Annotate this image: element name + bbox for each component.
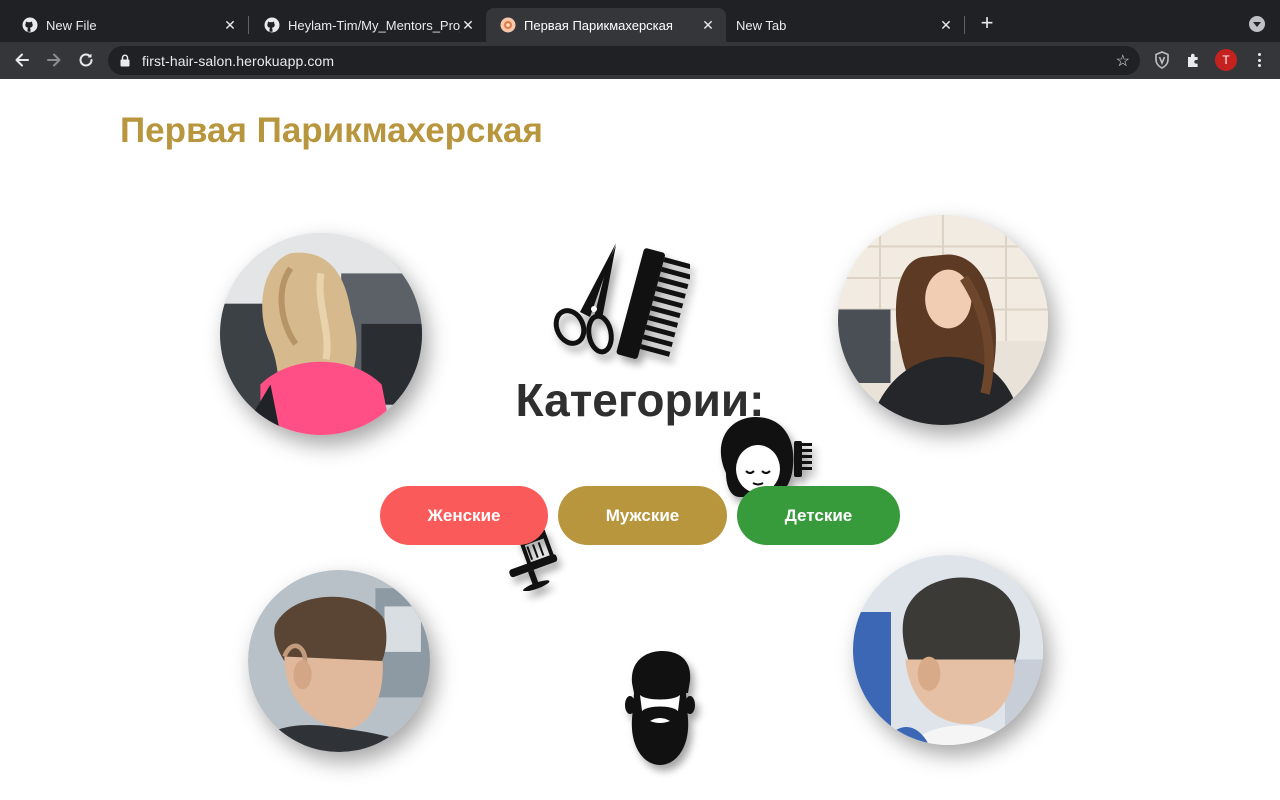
lock-icon — [120, 54, 130, 67]
arrow-left-icon — [15, 53, 29, 67]
browser-toolbar: first-hair-salon.herokuapp.com ☆ T — [0, 42, 1280, 79]
tab-new-tab[interactable]: New Tab ✕ — [726, 8, 964, 42]
tab-divider — [248, 16, 249, 34]
arrow-right-icon — [47, 53, 61, 67]
tab-label: New File — [46, 17, 97, 33]
shield-extension-icon[interactable] — [1152, 50, 1172, 70]
tab-github-repo[interactable]: Heylam-Tim/My_Mentors_Proje ✕ — [250, 8, 486, 42]
close-tab-icon[interactable]: ✕ — [938, 17, 954, 33]
url-text: first-hair-salon.herokuapp.com — [142, 53, 335, 69]
reload-icon — [79, 53, 93, 67]
site-title[interactable]: Первая Парикмахерская — [120, 111, 543, 151]
github-icon — [22, 17, 38, 33]
reload-button[interactable] — [74, 48, 98, 72]
bearded-man-icon — [625, 651, 695, 765]
tab-search-icon[interactable] — [1249, 16, 1265, 32]
github-icon — [264, 17, 280, 33]
mens-category-button[interactable]: Мужские — [558, 486, 727, 545]
tab-divider — [964, 16, 965, 34]
browser-tabstrip: New File ✕ Heylam-Tim/My_Mentors_Proje ✕… — [0, 0, 1280, 42]
browser-menu-icon[interactable] — [1250, 50, 1268, 70]
tab-active-salon[interactable]: Первая Парикмахерская ✕ — [486, 8, 726, 42]
profile-avatar[interactable]: T — [1215, 49, 1237, 71]
child-haircut-photo — [853, 555, 1043, 745]
forward-button[interactable] — [42, 48, 66, 72]
tab-label: Heylam-Tim/My_Mentors_Proje — [288, 17, 460, 33]
close-tab-icon[interactable]: ✕ — [700, 17, 716, 33]
womens-category-button[interactable]: Женские — [380, 486, 548, 545]
kids-category-button[interactable]: Детские — [737, 486, 900, 545]
close-tab-icon[interactable]: ✕ — [222, 17, 238, 33]
tab-label: Первая Парикмахерская — [524, 17, 673, 33]
categories-heading: Категории: — [515, 374, 765, 426]
salon-favicon-icon — [500, 17, 516, 33]
new-tab-button[interactable]: + — [976, 12, 998, 35]
bookmark-star-icon[interactable]: ☆ — [1116, 51, 1130, 71]
tab-label: New Tab — [736, 17, 787, 33]
scissors-comb-icon — [553, 243, 690, 359]
man-haircut-photo — [248, 570, 430, 752]
page-viewport: Первая Парикмахерская Категории: Женские… — [0, 79, 1280, 800]
close-tab-icon[interactable]: ✕ — [460, 17, 476, 33]
puzzle-extensions-icon[interactable] — [1184, 50, 1204, 70]
tab-new-file[interactable]: New File ✕ — [8, 8, 248, 42]
back-button[interactable] — [10, 48, 34, 72]
address-bar[interactable]: first-hair-salon.herokuapp.com ☆ — [108, 46, 1140, 75]
